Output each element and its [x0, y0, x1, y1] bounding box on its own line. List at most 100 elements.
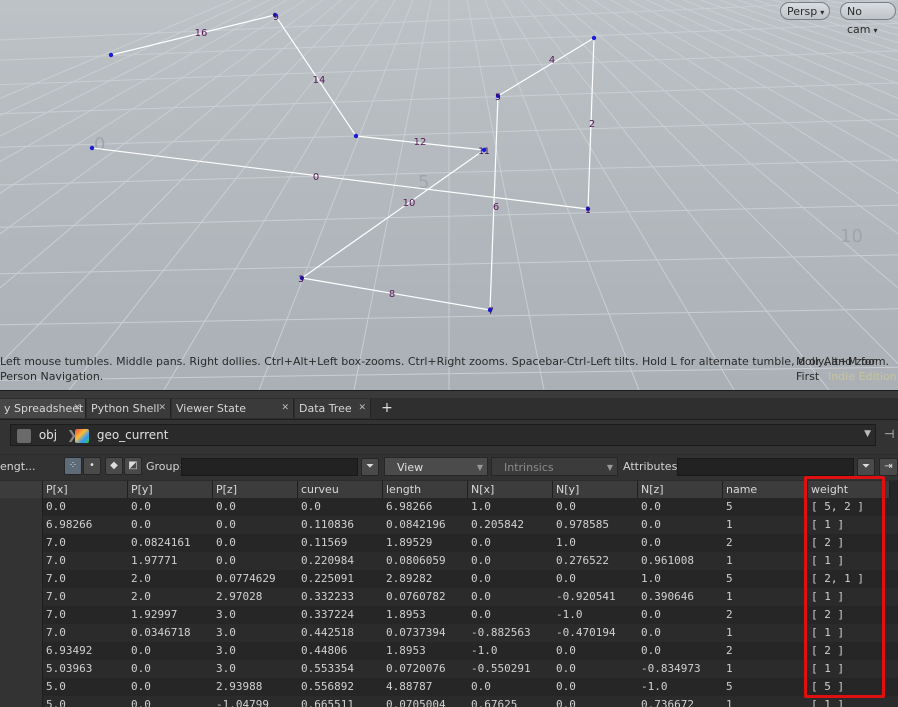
group-field[interactable] — [181, 458, 358, 476]
curve-point[interactable] — [108, 52, 114, 58]
table-cell[interactable]: 0.0 — [128, 642, 213, 660]
table-row[interactable]: 6.93492 0.0 3.0 0.44806 1.8953 -1.0 0.0 0.0 2[ 2… — [0, 642, 898, 660]
table-cell[interactable]: 0.44806 — [298, 642, 383, 660]
attributes-field[interactable] — [677, 458, 854, 476]
close-icon[interactable]: ✕ — [281, 399, 289, 418]
table-cell[interactable]: 1 — [723, 588, 808, 606]
table-cell[interactable]: -0.882563 — [468, 624, 553, 642]
column-options-icon[interactable]: ⇥ — [879, 458, 898, 476]
table-cell[interactable]: -0.470194 — [553, 624, 638, 642]
table-cell[interactable]: 1.8953 — [383, 642, 468, 660]
table-cell[interactable]: 0.0 — [553, 498, 638, 516]
table-cell[interactable]: 1 — [723, 696, 808, 707]
table-cell[interactable]: 0.0 — [468, 606, 553, 624]
view-dropdown[interactable]: View ▼ — [384, 457, 488, 476]
table-row[interactable]: 0.0 0.0 0.0 0.0 6.98266 1.0 0.0 0.0 5[ 5, 2 ] — [0, 498, 898, 516]
column-header[interactable]: P[z] — [213, 481, 298, 498]
table-cell[interactable]: 0.0 — [553, 696, 638, 707]
row-index-cell[interactable] — [0, 534, 43, 552]
table-cell[interactable]: -0.550291 — [468, 660, 553, 678]
table-row[interactable]: 7.0 1.92997 3.0 0.337224 1.8953 0.0 -1.0 0.0 2[ … — [0, 606, 898, 624]
table-cell[interactable]: -0.920541 — [553, 588, 638, 606]
table-cell[interactable]: 0.0 — [553, 678, 638, 696]
table-cell[interactable]: 0.0 — [128, 660, 213, 678]
table-cell[interactable]: 5 — [723, 570, 808, 588]
table-cell[interactable]: 0.0737394 — [383, 624, 468, 642]
scene-viewport[interactable]: 10 5 0 0 2 4 6 8 10 12 14 16 1 3 5 7 9 11 Persp ▾ No cam… — [0, 0, 898, 390]
column-header[interactable]: name — [723, 481, 808, 498]
tab-python-shell[interactable]: Python Shell ✕ — [87, 399, 171, 418]
table-cell[interactable]: 0.0806059 — [383, 552, 468, 570]
table-cell[interactable]: 0.961008 — [638, 552, 723, 570]
intrinsics-dropdown[interactable]: Intrinsics ▼ — [491, 457, 618, 476]
table-cell[interactable]: 0.0705004 — [383, 696, 468, 707]
row-index-cell[interactable] — [0, 516, 43, 534]
table-cell[interactable]: 0.0346718 — [128, 624, 213, 642]
tab-viewer-state-browser[interactable]: Viewer State Browser✕ — [172, 399, 294, 434]
table-cell[interactable]: 0.0 — [128, 696, 213, 707]
column-header[interactable]: P[x] — [43, 481, 128, 498]
viewport-canvas[interactable]: 1050 0246810121416 1357911 — [0, 0, 898, 390]
row-index-cell[interactable] — [0, 660, 43, 678]
table-cell[interactable]: 2.93988 — [213, 678, 298, 696]
table-cell[interactable]: 0.0 — [553, 642, 638, 660]
table-cell[interactable]: 0.0 — [638, 642, 723, 660]
table-cell[interactable]: 0.0 — [128, 516, 213, 534]
row-index-cell[interactable] — [0, 588, 43, 606]
node-path-field[interactable]: obj ❯ geo_current ▼ — [10, 424, 876, 446]
table-cell[interactable]: 4.88787 — [383, 678, 468, 696]
table-cell[interactable]: 0.11569 — [298, 534, 383, 552]
column-header[interactable]: curveu — [298, 481, 383, 498]
column-header[interactable]: length — [383, 481, 468, 498]
table-cell[interactable]: -1.0 — [468, 642, 553, 660]
column-header[interactable]: N[x] — [468, 481, 553, 498]
close-icon[interactable]: ✕ — [158, 399, 166, 418]
table-cell[interactable]: 0.0 — [468, 678, 553, 696]
row-index-cell[interactable] — [0, 642, 43, 660]
table-cell[interactable]: 5 — [723, 678, 808, 696]
table-cell[interactable]: 0.205842 — [468, 516, 553, 534]
row-index-cell[interactable] — [0, 678, 43, 696]
camera-menu[interactable]: No cam ▾ — [840, 2, 896, 36]
table-cell[interactable]: 1.92997 — [128, 606, 213, 624]
table-cell[interactable]: 1.0 — [468, 498, 553, 516]
table-cell[interactable]: 0.0 — [638, 606, 723, 624]
tab-data-tree[interactable]: Data Tree ✕ — [295, 399, 371, 418]
table-cell[interactable]: 0.0 — [213, 534, 298, 552]
table-cell[interactable]: 0.442518 — [298, 624, 383, 642]
table-cell[interactable]: 0.0 — [468, 570, 553, 588]
table-cell[interactable]: 7.0 — [43, 624, 128, 642]
tab-spreadsheet[interactable]: y Spreadsheet ✕ — [0, 399, 86, 418]
table-cell[interactable]: 0.0 — [213, 516, 298, 534]
table-cell[interactable]: 0.0 — [128, 498, 213, 516]
table-row[interactable]: 6.98266 0.0 0.0 0.110836 0.0842196 0.205842 0.… — [0, 516, 898, 534]
table-cell[interactable]: 0.0 — [638, 516, 723, 534]
breadcrumb-geo-current[interactable]: geo_current — [75, 427, 168, 444]
primitives-icon[interactable]: ◆ — [105, 457, 123, 475]
table-cell[interactable]: 7.0 — [43, 588, 128, 606]
curve-point[interactable] — [89, 145, 95, 151]
table-cell[interactable]: 0.0 — [298, 498, 383, 516]
table-cell[interactable]: 0.110836 — [298, 516, 383, 534]
table-cell[interactable]: 0.67625 — [468, 696, 553, 707]
table-cell[interactable]: 0.332233 — [298, 588, 383, 606]
table-cell[interactable]: 0.0 — [638, 498, 723, 516]
row-index-cell[interactable] — [0, 606, 43, 624]
table-row[interactable]: 7.0 1.97771 0.0 0.220984 0.0806059 0.0 0.27652… — [0, 552, 898, 570]
table-cell[interactable]: 0.276522 — [553, 552, 638, 570]
vertices-icon[interactable]: • — [83, 457, 101, 475]
detail-icon[interactable]: ◩ — [124, 457, 142, 475]
filter-icon[interactable]: ⏷ — [361, 458, 379, 476]
table-row[interactable]: 5.0 0.0 2.93988 0.556892 4.88787 0.0 0.0 -1.0 5[… — [0, 678, 898, 696]
close-icon[interactable]: ✕ — [73, 399, 81, 418]
table-cell[interactable]: 0.0824161 — [128, 534, 213, 552]
filter-icon[interactable]: ⏷ — [857, 458, 875, 476]
table-row[interactable]: 5.03963 0.0 3.0 0.553354 0.0720076 -0.550291 0… — [0, 660, 898, 678]
table-cell[interactable]: 0.0 — [213, 498, 298, 516]
table-cell[interactable]: 0.0 — [213, 552, 298, 570]
table-cell[interactable]: 3.0 — [213, 642, 298, 660]
table-cell[interactable]: 2.89282 — [383, 570, 468, 588]
table-cell[interactable]: 0.337224 — [298, 606, 383, 624]
table-cell[interactable]: 1 — [723, 660, 808, 678]
table-cell[interactable]: 5.0 — [43, 678, 128, 696]
